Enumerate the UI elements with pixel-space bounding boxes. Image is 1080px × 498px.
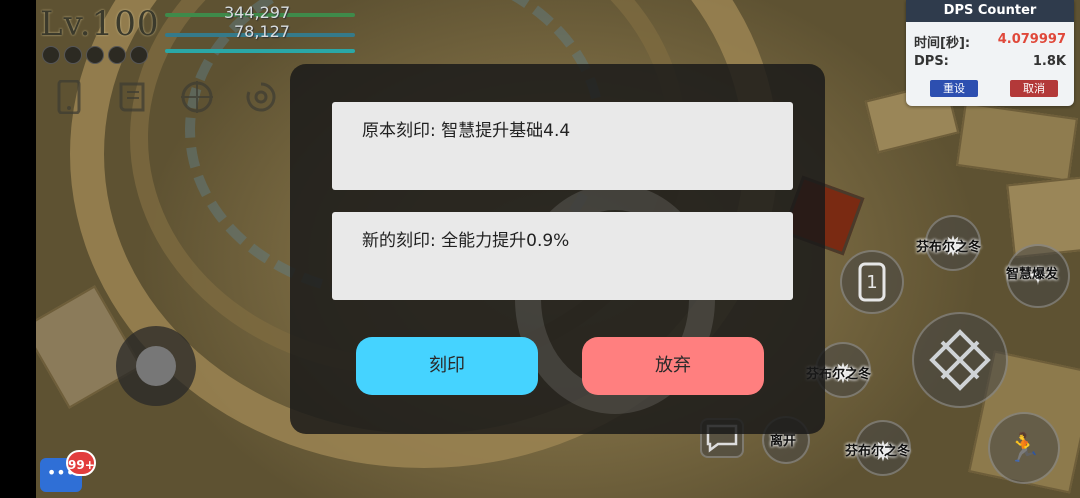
skill-a-label: 芬布尔之冬 xyxy=(916,240,982,255)
crosshair-icon[interactable] xyxy=(180,80,214,116)
reset-button[interactable]: 重设 xyxy=(930,80,978,97)
dps-time-value: 4.079997 xyxy=(997,32,1066,47)
stone-block xyxy=(956,102,1078,182)
watch-icon: 1 xyxy=(858,262,886,302)
level-indicator: Lv.100 xyxy=(40,4,160,44)
attack-button[interactable] xyxy=(912,312,1008,408)
engraving-dialog: 原本刻印: 智慧提升基础4.4 新的刻印: 全能力提升0.9% 刻印 放弃 xyxy=(290,64,825,434)
screen-edge xyxy=(0,0,36,498)
dps-time-label: 时间[秒]: xyxy=(914,36,971,51)
new-engraving-box: 新的刻印: 全能力提升0.9% xyxy=(332,212,793,300)
running-man-icon: 🏃 xyxy=(1006,431,1042,464)
dps-counter-panel: DPS Counter 时间[秒]: 4.079997 DPS: 1.8K 重设… xyxy=(906,0,1074,106)
abandon-button[interactable]: 放弃 xyxy=(582,337,764,395)
slot-number: 1 xyxy=(866,272,877,293)
chat-unread-badge: 99+ xyxy=(66,450,96,476)
buff-slot xyxy=(108,46,126,64)
dodge-button[interactable]: 🏃 xyxy=(988,412,1060,484)
buff-slot xyxy=(64,46,82,64)
mp-value: 78,127 xyxy=(234,22,290,41)
original-engraving-box: 原本刻印: 智慧提升基础4.4 xyxy=(332,102,793,190)
original-engraving-text: 原本刻印: 智慧提升基础4.4 xyxy=(362,121,571,141)
virtual-joystick[interactable] xyxy=(116,326,196,406)
hp-value: 344,297 xyxy=(224,3,291,22)
scroll-icon[interactable] xyxy=(116,80,150,116)
cancel-button[interactable]: 取消 xyxy=(1010,80,1058,97)
phone-icon[interactable] xyxy=(52,79,86,116)
item-slot-button[interactable]: 1 xyxy=(840,250,904,314)
crossed-swords-icon xyxy=(929,329,991,391)
swirl-icon[interactable] xyxy=(244,80,278,116)
hud-menu xyxy=(52,79,278,116)
joystick-knob[interactable] xyxy=(136,346,176,386)
dps-time-row: 时间[秒]: 4.079997 xyxy=(914,32,1066,51)
buff-slot xyxy=(86,46,104,64)
skill-b-label: 智慧爆发 xyxy=(1006,267,1059,282)
xp-bar xyxy=(165,49,355,53)
skill-d-label: 芬布尔之冬 xyxy=(845,444,911,459)
buff-slots xyxy=(42,46,148,64)
dps-value-row: DPS: 1.8K xyxy=(914,54,1066,69)
buff-slot xyxy=(130,46,148,64)
buff-slot xyxy=(42,46,60,64)
engrave-button[interactable]: 刻印 xyxy=(356,337,538,395)
dps-label: DPS: xyxy=(914,54,949,69)
dps-value: 1.8K xyxy=(1032,54,1066,69)
new-engraving-text: 新的刻印: 全能力提升0.9% xyxy=(362,231,570,251)
dps-counter-title: DPS Counter xyxy=(906,0,1074,22)
